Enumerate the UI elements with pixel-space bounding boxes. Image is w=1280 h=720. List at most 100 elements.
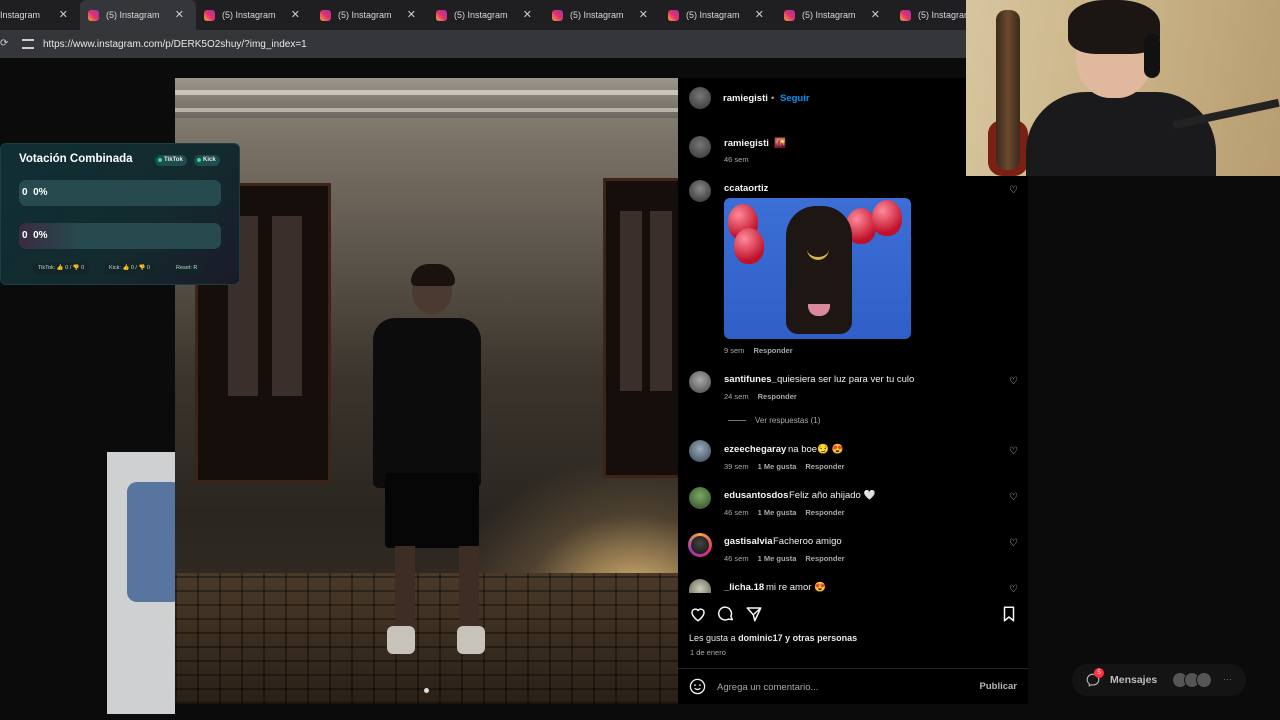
post-action-bar — [678, 601, 1028, 631]
vote-footer-kick: Kick: 👍 0 / 👎 0 — [104, 263, 155, 274]
comment-username[interactable]: santifunes_ — [724, 374, 777, 385]
comment-username[interactable]: edusantosdos — [724, 490, 788, 501]
reply-button[interactable]: Responder — [758, 392, 797, 401]
comment-time: 24 sem — [724, 392, 749, 401]
person-hair — [411, 264, 455, 286]
reply-button[interactable]: Responder — [805, 462, 844, 471]
ceiling-beam — [175, 90, 678, 95]
previous-post-preview[interactable] — [107, 452, 175, 714]
person-leg — [395, 546, 415, 628]
comment-meta: 39 sem 1 Me gusta Responder — [724, 462, 845, 471]
comment-text: quiesiera ser luz para ver tu culo — [777, 374, 915, 385]
comment-username[interactable]: gastisalvia — [724, 536, 773, 547]
comment-username[interactable]: ezeechegaray — [724, 444, 786, 455]
reload-icon[interactable]: ⟳ — [0, 38, 8, 49]
ceiling — [175, 78, 678, 118]
bookmark-icon[interactable] — [1000, 605, 1018, 623]
comment-meta: 24 sem Responder — [724, 392, 797, 401]
url-text[interactable]: https://www.instagram.com/p/DERK5O2shuy/… — [43, 39, 307, 50]
carousel-indicator-dot[interactable] — [424, 688, 429, 693]
browser-tab[interactable]: Instagram ✕ — [0, 0, 80, 30]
browser-tab[interactable]: (5) Instagram ✕ — [196, 0, 312, 30]
messages-badge: 5 — [1094, 668, 1104, 678]
like-heart-icon[interactable] — [689, 605, 707, 623]
person-shoe — [387, 626, 415, 654]
vote-option-a-count: 0 — [22, 187, 28, 198]
instagram-favicon-icon — [900, 9, 911, 21]
comment-avatar[interactable] — [691, 536, 709, 554]
caption-time: 46 sem — [724, 155, 749, 164]
close-tab-icon[interactable]: ✕ — [639, 8, 648, 21]
close-tab-icon[interactable]: ✕ — [871, 8, 880, 21]
follow-button[interactable]: Seguir — [780, 93, 810, 104]
close-tab-icon[interactable]: ✕ — [407, 8, 416, 21]
comment-avatar[interactable] — [689, 579, 711, 593]
close-tab-icon[interactable]: ✕ — [175, 8, 184, 21]
comment-like-heart-icon[interactable]: ♡ — [1009, 585, 1019, 595]
tab-title: (5) Instagram — [222, 10, 276, 20]
instagram-favicon-icon — [552, 9, 563, 21]
browser-tab[interactable]: (5) Instagram ✕ — [312, 0, 428, 30]
webcam-overlay — [966, 0, 1280, 176]
comment-gif[interactable] — [724, 198, 911, 339]
author-avatar[interactable] — [689, 87, 711, 109]
comment-input[interactable] — [717, 680, 947, 694]
comment-like-heart-icon[interactable]: ♡ — [1009, 493, 1019, 503]
browser-tab[interactable]: (5) Instagram ✕ — [544, 0, 660, 30]
comment-avatar[interactable] — [689, 180, 711, 202]
comment-avatar[interactable] — [689, 371, 711, 393]
tab-title: (5) Instagram — [570, 10, 624, 20]
close-tab-icon[interactable]: ✕ — [59, 8, 68, 21]
caption-avatar[interactable] — [689, 136, 711, 158]
comment-like-heart-icon[interactable]: ♡ — [1009, 186, 1019, 196]
close-tab-icon[interactable]: ✕ — [755, 8, 764, 21]
likes-summary[interactable]: Les gusta a dominic17 y otras personas — [689, 633, 857, 643]
instagram-favicon-icon — [436, 9, 447, 21]
message-avatar — [1196, 672, 1212, 688]
share-icon[interactable] — [745, 605, 763, 623]
site-settings-icon[interactable] — [22, 39, 34, 49]
close-tab-icon[interactable]: ✕ — [523, 8, 532, 21]
emoji-icon[interactable] — [689, 678, 706, 695]
ceiling-beam — [175, 108, 678, 112]
comment-icon[interactable] — [717, 605, 735, 623]
comment-like-count[interactable]: 1 Me gusta — [758, 508, 797, 517]
comment-like-heart-icon[interactable]: ♡ — [1009, 539, 1019, 549]
post-image[interactable] — [175, 78, 678, 704]
view-replies-button[interactable]: Ver respuestas (1) — [728, 416, 820, 425]
reply-button[interactable]: Responder — [753, 346, 792, 355]
browser-tab[interactable]: (5) Instagram ✕ — [660, 0, 776, 30]
comment-username[interactable]: _licha.18 — [724, 582, 764, 593]
comment-like-count[interactable]: 1 Me gusta — [758, 554, 797, 563]
tiktok-badge: TikTok — [155, 155, 187, 166]
vote-footer-reset: Reset: R — [171, 263, 203, 274]
address-bar[interactable]: ⟳ https://www.instagram.com/p/DERK5O2shu… — [0, 30, 966, 58]
tab-title: (5) Instagram — [338, 10, 392, 20]
comment-like-heart-icon[interactable]: ♡ — [1009, 447, 1019, 457]
likes-user[interactable]: dominic17 — [738, 633, 783, 643]
comment-username[interactable]: ccataortiz — [724, 183, 768, 194]
browser-tab[interactable]: (5) Instagram ✕ — [428, 0, 544, 30]
browser-tab-active[interactable]: (5) Instagram ✕ — [80, 0, 196, 30]
author-username[interactable]: ramiegisti — [723, 93, 768, 104]
guitar-neck — [996, 10, 1020, 170]
comment-like-heart-icon[interactable]: ♡ — [1009, 377, 1019, 387]
instagram-favicon-icon — [668, 9, 679, 21]
messages-button[interactable]: 5 Mensajes ··· — [1072, 664, 1246, 696]
balloon — [734, 228, 764, 264]
vote-option-b-bar: 0 0% — [19, 223, 221, 249]
reply-button[interactable]: Responder — [805, 508, 844, 517]
comment-text: Facheroo amigo — [773, 536, 842, 547]
comment-avatar[interactable] — [689, 440, 711, 462]
caption-username[interactable]: ramiegisti — [724, 138, 769, 149]
browser-tab[interactable]: (5) Instagram — [892, 0, 966, 30]
reply-button[interactable]: Responder — [805, 554, 844, 563]
publish-button[interactable]: Publicar — [980, 681, 1018, 692]
browser-tab[interactable]: (5) Instagram ✕ — [776, 0, 892, 30]
close-tab-icon[interactable]: ✕ — [291, 8, 300, 21]
likes-suffix[interactable]: y otras personas — [785, 633, 857, 643]
messages-label: Mensajes — [1110, 674, 1158, 686]
comment-like-count[interactable]: 1 Me gusta — [758, 462, 797, 471]
comment-meta: 9 sem Responder — [724, 346, 793, 355]
comment-avatar[interactable] — [689, 487, 711, 509]
